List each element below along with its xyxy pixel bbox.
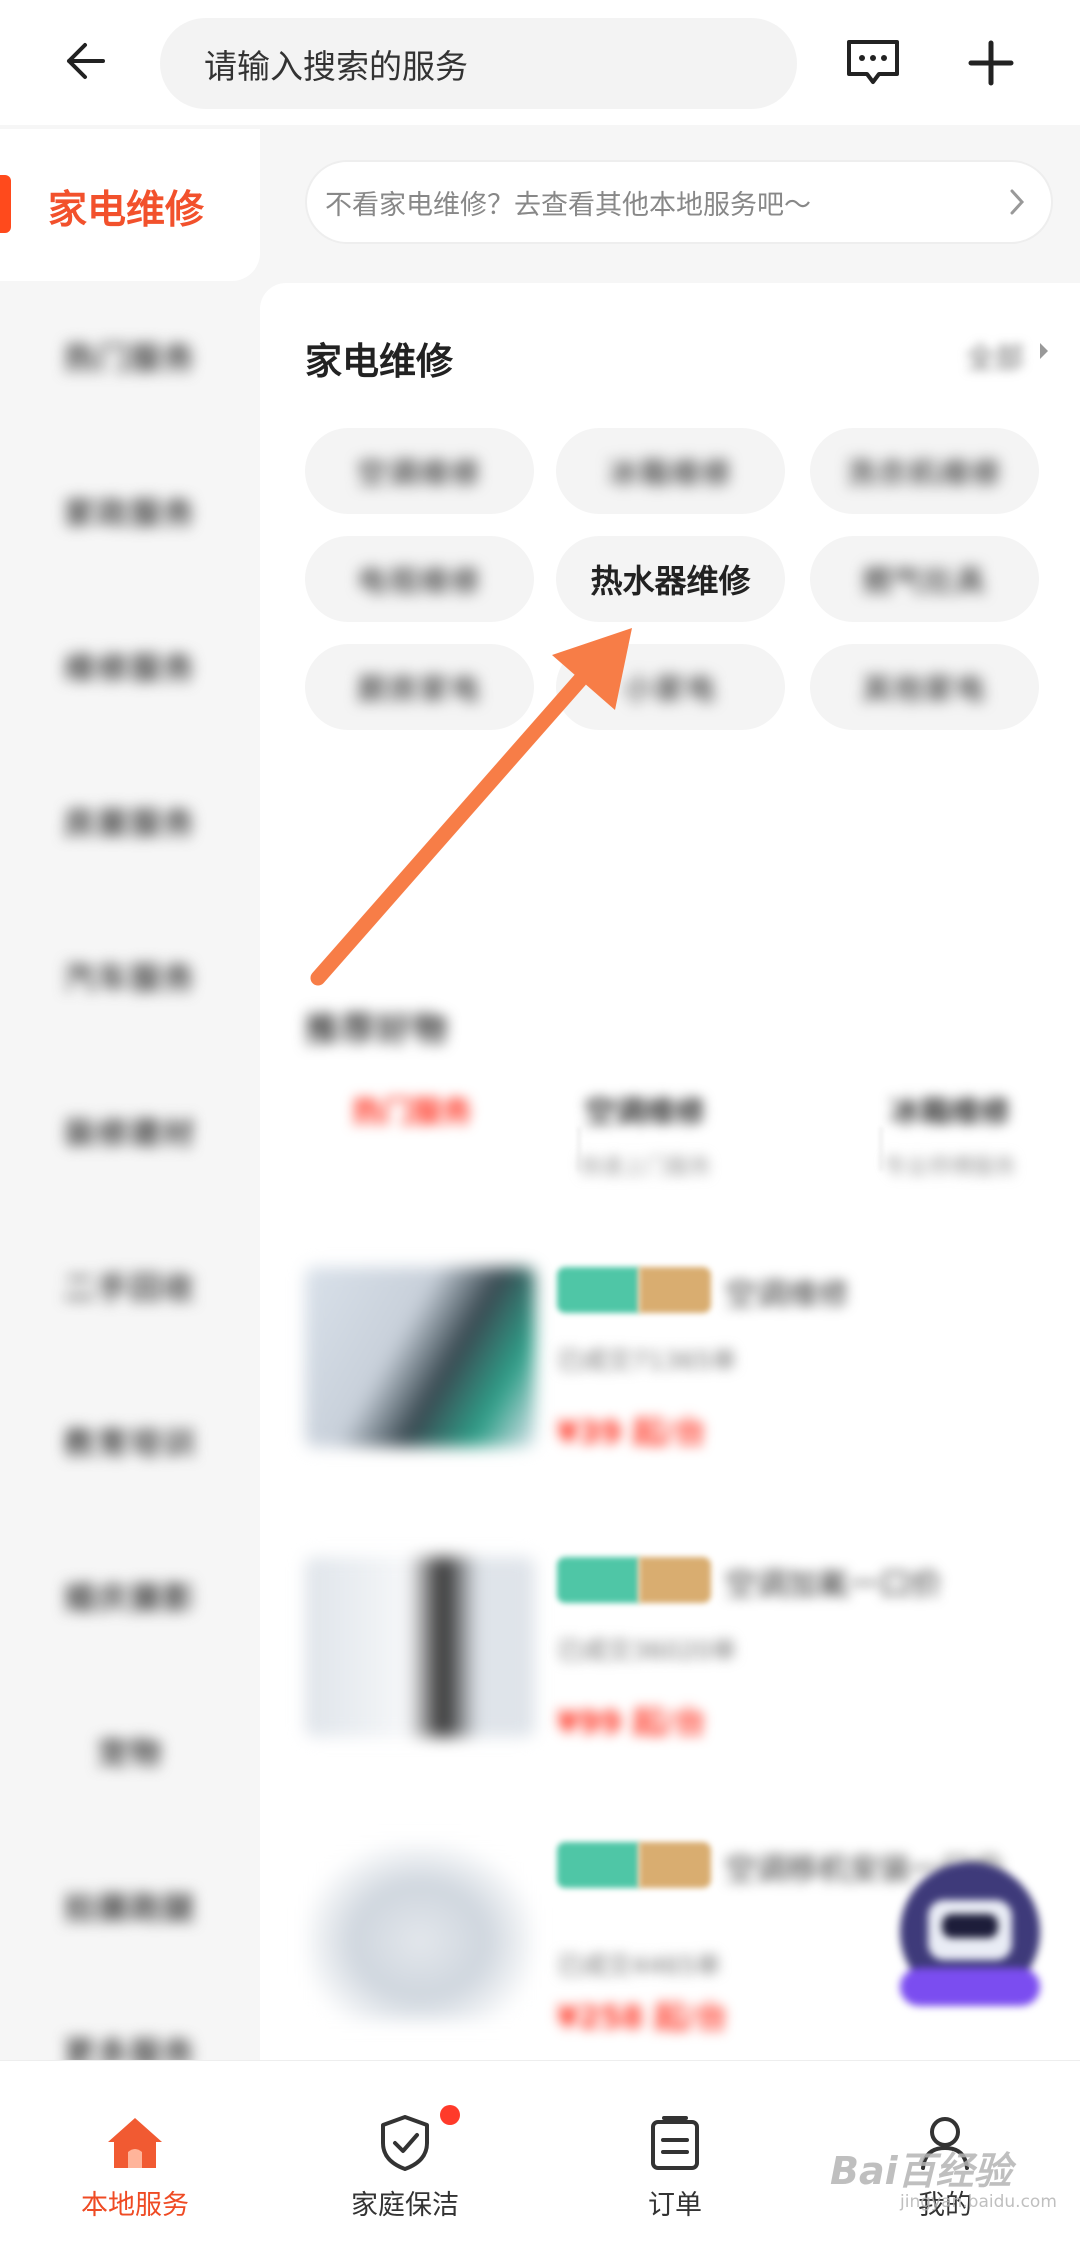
watermark-domain: jingyan.baidu.com <box>900 2192 1057 2212</box>
nav-label: 本地服务 <box>81 2190 189 2221</box>
shield-check-icon <box>371 2109 439 2177</box>
tab-local-services[interactable]: 本地服务 <box>0 2061 270 2241</box>
home-icon <box>101 2109 169 2177</box>
tab-orders[interactable]: 订单 <box>540 2061 810 2241</box>
nav-label: 家庭保洁 <box>351 2190 459 2221</box>
order-list-icon <box>641 2109 709 2177</box>
notification-dot <box>440 2105 460 2125</box>
robot-assistant-icon <box>900 1862 1040 2006</box>
nav-label: 订单 <box>648 2190 702 2221</box>
tab-home-cleaning[interactable]: 家庭保洁 <box>270 2061 540 2241</box>
watermark-logo: Bai百经验 <box>830 2149 1012 2193</box>
customer-service-button[interactable] <box>890 1860 1050 2020</box>
